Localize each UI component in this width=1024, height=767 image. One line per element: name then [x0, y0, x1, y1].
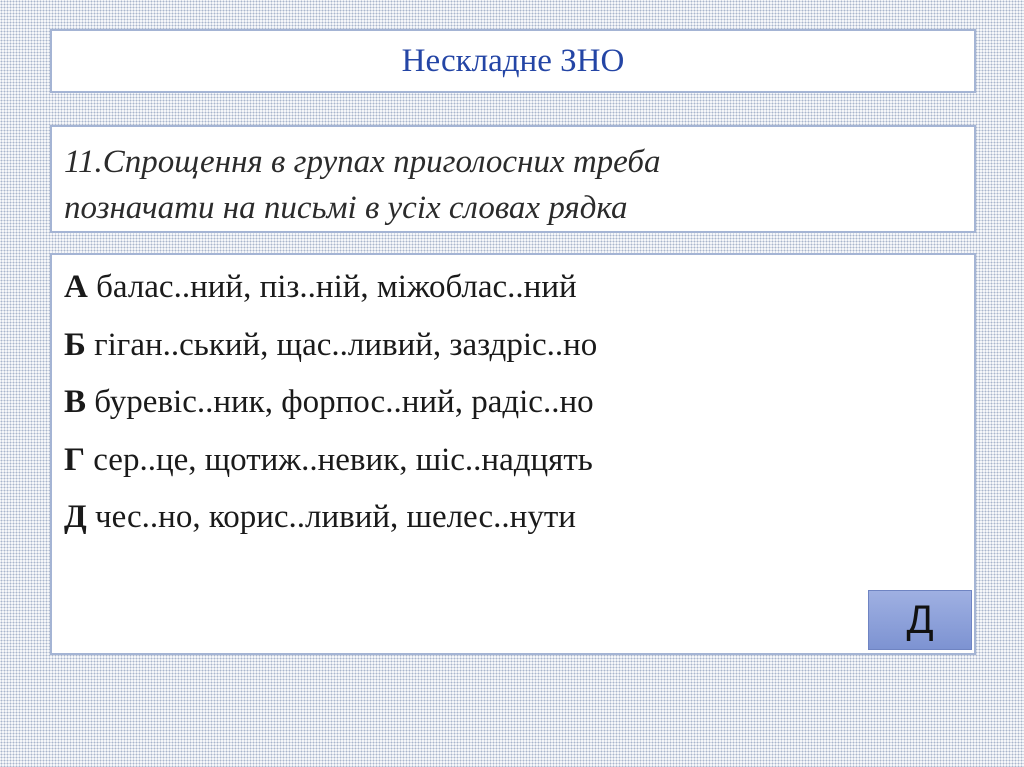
- answer-options-box: А балас..ний, піз..ній, міжоблас..ний Б …: [50, 253, 976, 655]
- title-box: Нескладне ЗНО: [50, 29, 976, 93]
- option-a: А балас..ний, піз..ній, міжоблас..ний: [64, 259, 962, 317]
- question-line-1: 11.Спрощення в групах приголосних треба: [64, 144, 661, 180]
- option-text: сер..це, щотиж..невик, шіс..надцять: [93, 441, 593, 478]
- option-text: балас..ний, піз..ній, міжоблас..ний: [96, 269, 577, 305]
- question-text: 11.Спрощення в групах приголосних треба …: [64, 139, 962, 231]
- option-text: буревіс..ник, форпос..ний, радіс..но: [94, 384, 594, 420]
- option-v: В буревіс..ник, форпос..ний, радіс..но: [64, 374, 962, 432]
- slide-title: Нескладне ЗНО: [401, 42, 625, 79]
- question-line-2: позначати на письмі в усіх словах рядка: [64, 190, 628, 226]
- question-box: 11.Спрощення в групах приголосних треба …: [50, 125, 976, 233]
- option-text: гіган..ський, щас..ливий, заздріс..но: [94, 326, 598, 363]
- answer-button[interactable]: Д: [868, 590, 972, 650]
- option-text: чес..но, корис..ливий, шелес..нути: [94, 499, 576, 535]
- option-letter: Б: [64, 326, 86, 363]
- option-letter: Г: [64, 441, 85, 478]
- answer-button-label: Д: [906, 597, 934, 642]
- option-letter: А: [64, 269, 88, 305]
- option-b: Б гіган..ський, щас..ливий, заздріс..но: [64, 317, 962, 375]
- option-d: Д чес..но, корис..ливий, шелес..нути: [64, 489, 962, 547]
- option-letter: В: [64, 384, 87, 420]
- option-letter: Д: [64, 499, 87, 535]
- option-h: Г сер..це, щотиж..невик, шіс..надцять: [64, 432, 962, 490]
